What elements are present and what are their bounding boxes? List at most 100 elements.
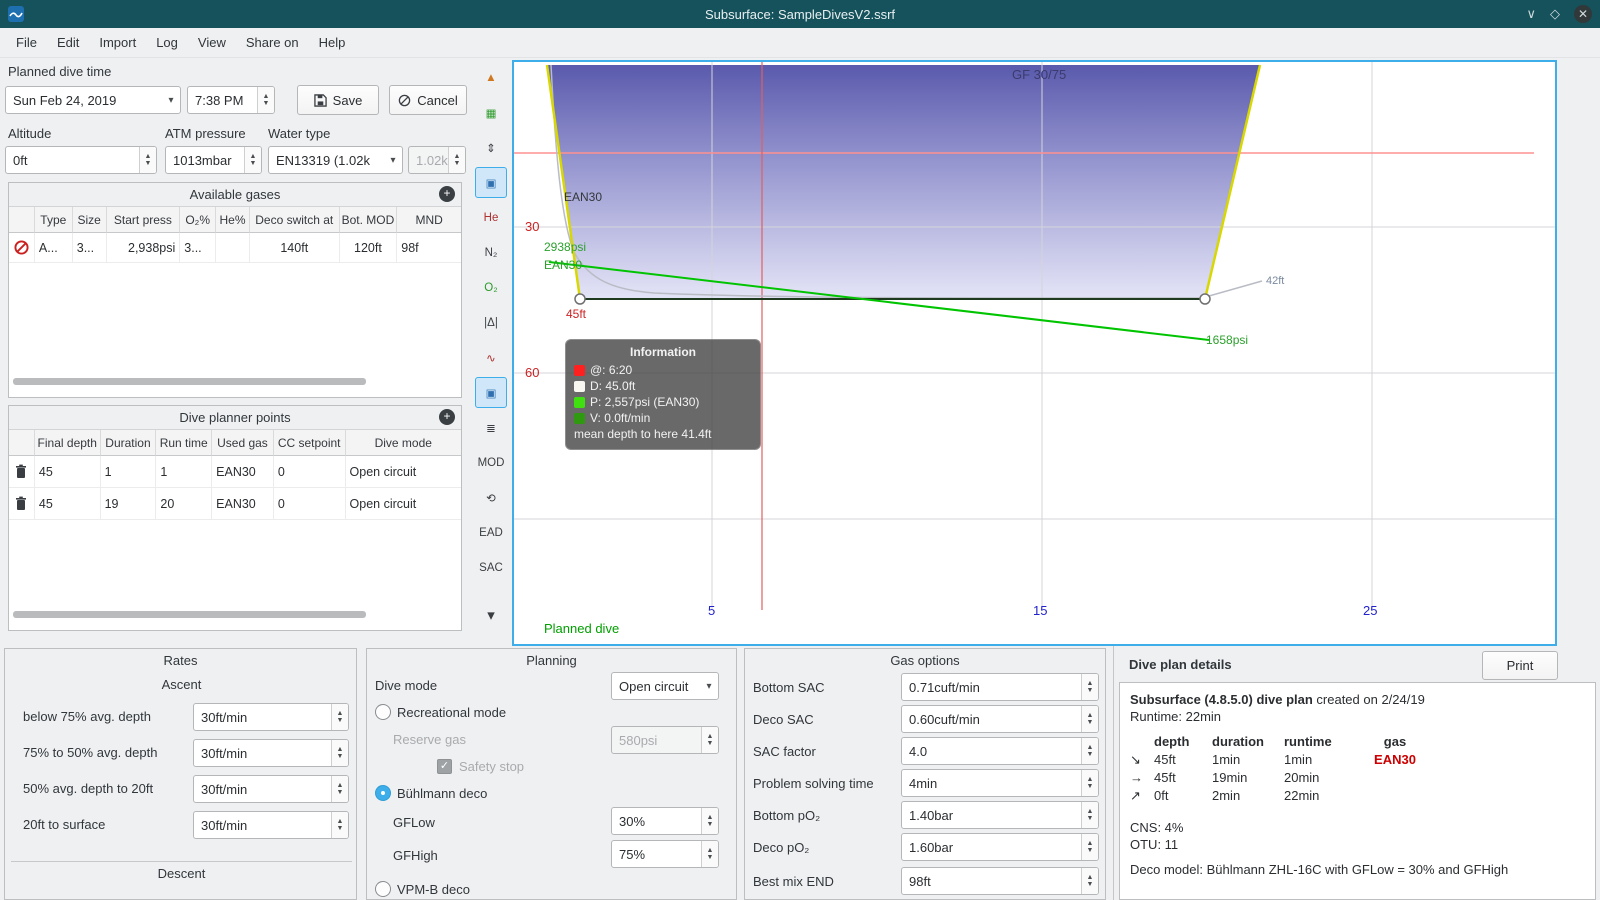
vpmb-radio[interactable]: [375, 881, 391, 897]
points-header-duration[interactable]: Duration: [100, 430, 157, 456]
gases-header-size[interactable]: Size: [72, 207, 107, 233]
minimize-icon[interactable]: ∨: [1526, 5, 1536, 23]
helium-graph-icon[interactable]: He: [475, 202, 507, 233]
points-header-icon[interactable]: [9, 430, 35, 456]
point-duration-cell[interactable]: 19: [100, 488, 157, 520]
print-button[interactable]: Print: [1482, 651, 1558, 680]
gases-header-icon[interactable]: [9, 207, 35, 233]
deco-po2-spinner[interactable]: 1.60bar ▲ ▼: [901, 833, 1099, 861]
spinner-buttons[interactable]: ▲ ▼: [331, 812, 348, 838]
gfhigh-spinner[interactable]: 75% ▲ ▼: [611, 840, 719, 868]
point-runtime-cell[interactable]: 20: [156, 488, 213, 520]
oxygen-graph-icon[interactable]: O₂: [475, 272, 507, 303]
mod-icon[interactable]: MOD: [475, 447, 507, 478]
point-gas-cell[interactable]: EAN30: [212, 488, 274, 520]
point-setpoint-cell[interactable]: 0: [273, 488, 346, 520]
ead-icon[interactable]: EAD: [475, 517, 507, 548]
delete-point-cell[interactable]: [9, 488, 35, 520]
menu-import[interactable]: Import: [89, 35, 146, 50]
buhlmann-radio[interactable]: [375, 785, 391, 801]
point-mode-cell[interactable]: Open circuit: [345, 488, 461, 520]
tank-bar-icon[interactable]: ▣: [475, 377, 507, 408]
spinner-buttons[interactable]: ▲ ▼: [257, 87, 274, 113]
picture-icon[interactable]: ▣: [475, 167, 507, 198]
spinner-buttons[interactable]: ▲ ▼: [139, 147, 156, 173]
sac-icon[interactable]: SAC: [475, 552, 507, 583]
gas-o2-cell[interactable]: 3...: [180, 233, 217, 263]
save-button[interactable]: Save: [297, 85, 379, 115]
spinner-buttons[interactable]: ▲ ▼: [331, 704, 348, 730]
trash-icon[interactable]: [14, 464, 28, 479]
trash-icon[interactable]: [14, 496, 28, 511]
menu-edit[interactable]: Edit: [47, 35, 89, 50]
splitter-handle[interactable]: [1113, 646, 1114, 900]
gases-header-deco-switch[interactable]: Deco switch at: [249, 207, 340, 233]
gases-horizontal-scrollbar[interactable]: [13, 378, 366, 385]
heart-rate-icon[interactable]: ∿: [475, 342, 507, 373]
gases-header-mnd[interactable]: MND: [397, 207, 461, 233]
point-setpoint-cell[interactable]: 0: [273, 456, 346, 488]
time-spinner[interactable]: 7:38 PM ▲ ▼: [187, 86, 275, 114]
points-header-setpoint[interactable]: CC setpoint: [273, 430, 346, 456]
waypoint-handle[interactable]: [1199, 293, 1211, 305]
waypoint-handle[interactable]: [574, 293, 586, 305]
dc-ceiling-icon[interactable]: ▲: [475, 62, 507, 93]
spinner-buttons[interactable]: ▲ ▼: [701, 841, 718, 867]
problem-time-spinner[interactable]: 4min ▲ ▼: [901, 769, 1099, 797]
water-type-select[interactable]: EN13319 (1.02k ▾: [268, 146, 403, 174]
spinner-buttons[interactable]: ▲ ▼: [1081, 674, 1098, 700]
nitrogen-graph-icon[interactable]: N₂: [475, 237, 507, 268]
points-header-runtime[interactable]: Run time: [156, 430, 213, 456]
remove-gas-cell[interactable]: [9, 233, 35, 263]
menu-view[interactable]: View: [188, 35, 236, 50]
close-icon[interactable]: ✕: [1574, 5, 1592, 23]
spinner-buttons[interactable]: ▲ ▼: [1081, 770, 1098, 796]
bottom-po2-spinner[interactable]: 1.40bar ▲ ▼: [901, 801, 1099, 829]
gases-header-o2[interactable]: O₂%: [180, 207, 217, 233]
gas-size-cell[interactable]: 3...: [72, 233, 107, 263]
spinner-buttons[interactable]: ▲ ▼: [331, 740, 348, 766]
spinner-buttons[interactable]: ▲ ▼: [1081, 706, 1098, 732]
dive-mode-select[interactable]: Open circuit ▾: [611, 672, 719, 700]
recreational-radio[interactable]: [375, 704, 391, 720]
delete-point-cell[interactable]: [9, 456, 35, 488]
table-row[interactable]: A... 3... 2,938psi 3... 140ft 120ft 98f: [9, 233, 461, 263]
atm-pressure-spinner[interactable]: 1013mbar ▲ ▼: [165, 146, 262, 174]
gflow-spinner[interactable]: 30% ▲ ▼: [611, 807, 719, 835]
rate-spinner[interactable]: 30ft/min ▲ ▼: [193, 739, 349, 767]
points-header-depth[interactable]: Final depth: [34, 430, 101, 456]
bottom-sac-spinner[interactable]: 0.71cuft/min ▲ ▼: [901, 673, 1099, 701]
scale-icon[interactable]: ⇕: [475, 132, 507, 163]
collapse-toolbar-icon[interactable]: ▾: [475, 599, 507, 630]
spinner-buttons[interactable]: ▲ ▼: [244, 147, 261, 173]
points-header-gas[interactable]: Used gas: [212, 430, 274, 456]
add-gas-button[interactable]: +: [439, 186, 455, 202]
calc-ceiling-icon[interactable]: ▦: [475, 97, 507, 128]
gases-header-bot-mod[interactable]: Bot. MOD: [339, 207, 398, 233]
cancel-button[interactable]: Cancel: [389, 85, 467, 115]
remove-gas-icon[interactable]: [14, 240, 29, 255]
gas-start-press-cell[interactable]: 2,938psi: [106, 233, 181, 263]
titlebar[interactable]: Subsurface: SampleDivesV2.ssrf ∨ ◇ ✕: [0, 0, 1600, 28]
maximize-icon[interactable]: ◇: [1550, 5, 1560, 23]
rate-spinner[interactable]: 30ft/min ▲ ▼: [193, 775, 349, 803]
spinner-buttons[interactable]: ▲ ▼: [1081, 834, 1098, 860]
point-depth-cell[interactable]: 45: [34, 456, 101, 488]
point-runtime-cell[interactable]: 1: [156, 456, 213, 488]
point-gas-cell[interactable]: EAN30: [212, 456, 274, 488]
deco-sac-spinner[interactable]: 0.60cuft/min ▲ ▼: [901, 705, 1099, 733]
gas-type-cell[interactable]: A...: [34, 233, 73, 263]
table-row[interactable]: 45 19 20 EAN30 0 Open circuit: [9, 488, 461, 520]
sac-factor-spinner[interactable]: 4.0 ▲ ▼: [901, 737, 1099, 765]
profile-tooltip[interactable]: Information @: 6:20 D: 45.0ft P: 2,557ps…: [565, 339, 761, 450]
spinner-buttons[interactable]: ▲ ▼: [331, 776, 348, 802]
altitude-spinner[interactable]: 0ft ▲ ▼: [5, 146, 157, 174]
gas-deco-switch-cell[interactable]: 140ft: [249, 233, 340, 263]
gases-header-he[interactable]: He%: [216, 207, 250, 233]
spinner-buttons[interactable]: ▲ ▼: [1081, 868, 1098, 894]
gases-header-start-press[interactable]: Start press: [106, 207, 181, 233]
gas-bot-mod-cell[interactable]: 120ft: [339, 233, 398, 263]
menu-file[interactable]: File: [6, 35, 47, 50]
spinner-buttons[interactable]: ▲ ▼: [1081, 802, 1098, 828]
dive-profile-chart[interactable]: GF 30/75 EAN30 2938psi EAN30 45ft 42ft 1…: [512, 60, 1557, 646]
